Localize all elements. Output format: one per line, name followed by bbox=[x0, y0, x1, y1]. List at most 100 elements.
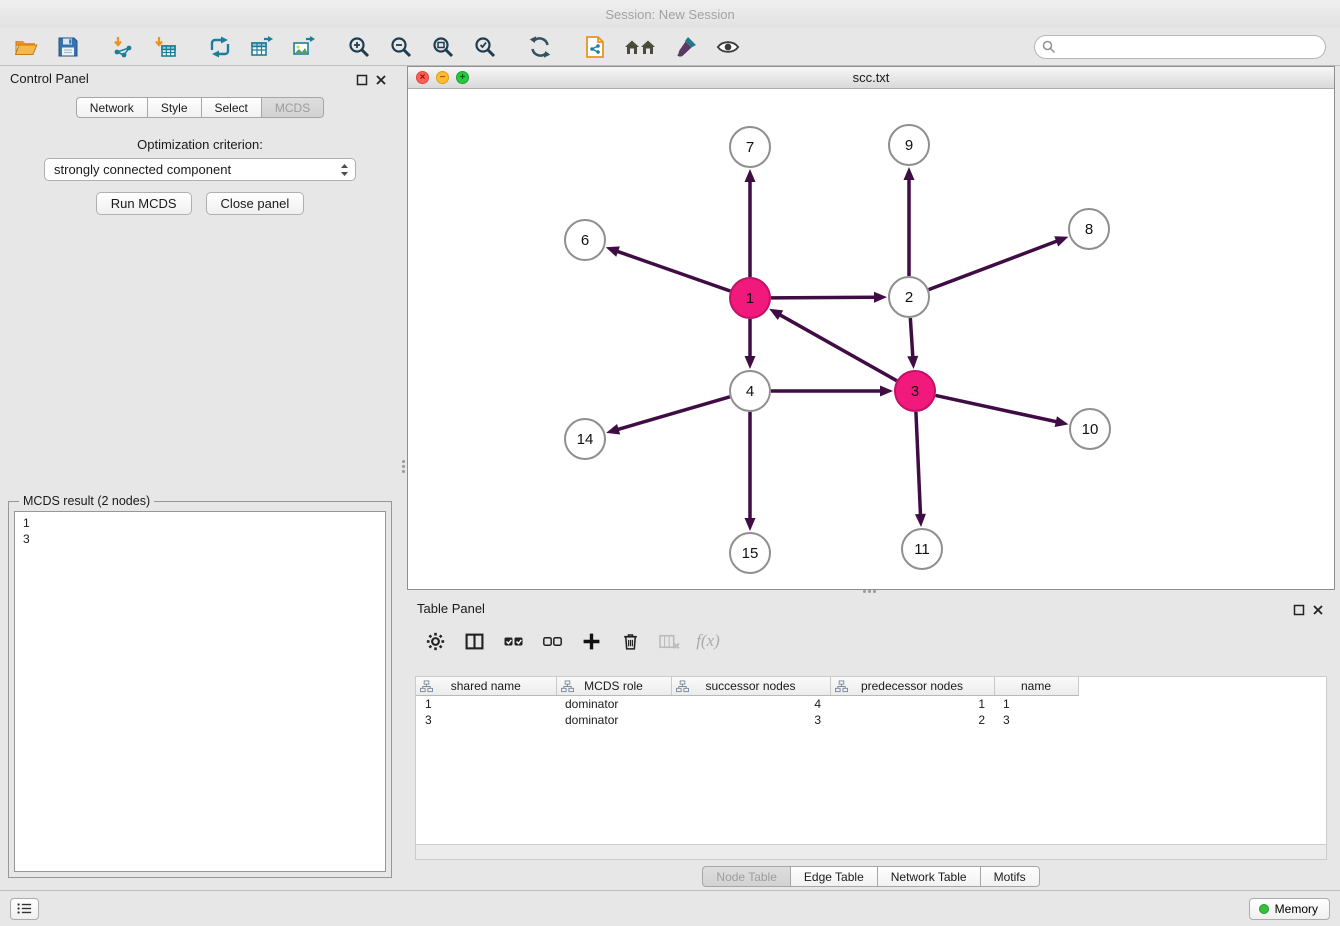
graph-edge-arrowhead bbox=[1055, 416, 1069, 427]
column-header-mcds-role[interactable]: MCDS role bbox=[556, 677, 671, 696]
window-resize-handle[interactable] bbox=[863, 590, 876, 593]
show-columns-button[interactable] bbox=[462, 629, 486, 653]
delete-column-button[interactable] bbox=[657, 629, 681, 653]
tab-select[interactable]: Select bbox=[202, 97, 262, 118]
graph-node-8[interactable]: 8 bbox=[1069, 209, 1109, 249]
graph-edge-2-3[interactable] bbox=[910, 318, 913, 358]
import-network-button[interactable] bbox=[109, 33, 136, 61]
column-type-icon bbox=[420, 680, 433, 693]
svg-text:11: 11 bbox=[914, 541, 930, 558]
tab-network[interactable]: Network bbox=[76, 97, 148, 118]
search-input[interactable] bbox=[1034, 35, 1326, 59]
table-settings-button[interactable] bbox=[423, 629, 447, 653]
svg-text:10: 10 bbox=[1082, 421, 1099, 438]
horizontal-scrollbar[interactable] bbox=[415, 845, 1327, 860]
tab-style[interactable]: Style bbox=[148, 97, 202, 118]
graph-edge-arrowhead bbox=[915, 514, 926, 527]
float-table-panel-button[interactable] bbox=[1293, 603, 1307, 617]
export-network-button[interactable] bbox=[206, 33, 233, 61]
task-history-button[interactable] bbox=[10, 898, 39, 920]
graph-node-11[interactable]: 11 bbox=[902, 529, 942, 569]
column-header-successor-nodes[interactable]: successor nodes bbox=[671, 677, 830, 696]
table-row[interactable]: 3dominator323 bbox=[416, 712, 1078, 728]
graph-edge-3-10[interactable] bbox=[936, 395, 1058, 422]
open-file-button[interactable] bbox=[12, 33, 39, 61]
select-all-button[interactable] bbox=[501, 629, 525, 653]
new-network-from-selection-button[interactable] bbox=[581, 33, 608, 61]
delete-column-icon bbox=[659, 632, 680, 651]
graph-edge-4-14[interactable] bbox=[617, 397, 730, 430]
zoom-out-button[interactable] bbox=[387, 33, 414, 61]
window-title: Session: New Session bbox=[605, 7, 734, 22]
tab-edge-table[interactable]: Edge Table bbox=[791, 866, 878, 887]
memory-button[interactable]: Memory bbox=[1249, 898, 1330, 920]
zoom-in-icon bbox=[347, 35, 371, 59]
save-session-button[interactable] bbox=[54, 33, 81, 61]
graph-node-7[interactable]: 7 bbox=[730, 127, 770, 167]
eye-icon bbox=[716, 35, 740, 59]
show-hide-button[interactable] bbox=[714, 33, 741, 61]
graph-edge-arrowhead bbox=[904, 167, 915, 180]
refresh-layout-button[interactable] bbox=[526, 33, 553, 61]
zoom-selected-button[interactable] bbox=[471, 33, 498, 61]
close-table-panel-button[interactable] bbox=[1312, 603, 1326, 617]
columns-icon bbox=[465, 632, 484, 651]
svg-text:1: 1 bbox=[746, 290, 754, 307]
close-panel-button[interactable] bbox=[375, 73, 389, 87]
tab-mcds[interactable]: MCDS bbox=[262, 97, 324, 118]
graph-edge-3-11[interactable] bbox=[916, 412, 921, 516]
graph-node-2[interactable]: 2 bbox=[889, 277, 929, 317]
table-cell: 2 bbox=[830, 712, 994, 728]
graph-edge-1-2[interactable] bbox=[771, 297, 876, 298]
optimization-criterion-select[interactable]: strongly connected component bbox=[44, 158, 356, 181]
run-mcds-button[interactable]: Run MCDS bbox=[96, 192, 192, 215]
vertical-splitter[interactable] bbox=[400, 66, 407, 884]
graph-edge-3-1[interactable] bbox=[779, 314, 897, 380]
close-panel-button-secondary[interactable]: Close panel bbox=[206, 192, 305, 215]
table-cell: dominator bbox=[556, 712, 671, 728]
minimize-window-button[interactable]: − bbox=[436, 71, 449, 84]
memory-status-icon bbox=[1259, 904, 1269, 914]
graph-node-9[interactable]: 9 bbox=[889, 125, 929, 165]
graph-edge-arrowhead bbox=[606, 246, 620, 256]
main-toolbar bbox=[0, 28, 1340, 66]
graph-edge-2-8[interactable] bbox=[929, 241, 1058, 290]
column-header-shared-name[interactable]: shared name bbox=[416, 677, 556, 696]
graph-node-15[interactable]: 15 bbox=[730, 533, 770, 573]
tab-network-table[interactable]: Network Table bbox=[878, 866, 981, 887]
zoom-fit-button[interactable] bbox=[429, 33, 456, 61]
graph-node-4[interactable]: 4 bbox=[730, 371, 770, 411]
graph-node-3[interactable]: 3 bbox=[895, 371, 935, 411]
export-image-button[interactable] bbox=[290, 33, 317, 61]
graph-node-10[interactable]: 10 bbox=[1070, 409, 1110, 449]
zoom-in-button[interactable] bbox=[345, 33, 372, 61]
add-column-button[interactable] bbox=[579, 629, 603, 653]
export-table-button[interactable] bbox=[248, 33, 275, 61]
network-canvas[interactable]: 7 9 6 8 1 2 4 3 14 10 15 11 bbox=[408, 88, 1334, 589]
apply-style-button[interactable] bbox=[672, 33, 699, 61]
list-icon bbox=[17, 902, 32, 915]
graph-edge-arrowhead bbox=[874, 292, 887, 303]
graph-node-14[interactable]: 14 bbox=[565, 419, 605, 459]
first-neighbors-button[interactable] bbox=[623, 33, 657, 61]
column-header-name[interactable]: name bbox=[994, 677, 1078, 696]
function-builder-button[interactable]: f(x) bbox=[696, 629, 720, 653]
graph-edge-1-6[interactable] bbox=[616, 251, 730, 291]
table-row[interactable]: 1dominator411 bbox=[416, 696, 1078, 713]
memory-label: Memory bbox=[1275, 902, 1318, 916]
zoom-window-button[interactable]: + bbox=[456, 71, 469, 84]
tab-node-table[interactable]: Node Table bbox=[702, 866, 791, 887]
import-table-button[interactable] bbox=[151, 33, 178, 61]
float-panel-button[interactable] bbox=[356, 73, 370, 87]
column-type-icon bbox=[676, 680, 689, 693]
import-table-icon bbox=[153, 35, 177, 59]
graph-node-1[interactable]: 1 bbox=[730, 278, 770, 318]
deselect-all-button[interactable] bbox=[540, 629, 564, 653]
delete-row-button[interactable] bbox=[618, 629, 642, 653]
tab-motifs[interactable]: Motifs bbox=[981, 866, 1040, 887]
column-header-predecessor-nodes[interactable]: predecessor nodes bbox=[830, 677, 994, 696]
close-window-button[interactable]: × bbox=[416, 71, 429, 84]
graph-edge-arrowhead bbox=[880, 386, 893, 397]
graph-node-6[interactable]: 6 bbox=[565, 220, 605, 260]
svg-text:4: 4 bbox=[746, 383, 754, 400]
